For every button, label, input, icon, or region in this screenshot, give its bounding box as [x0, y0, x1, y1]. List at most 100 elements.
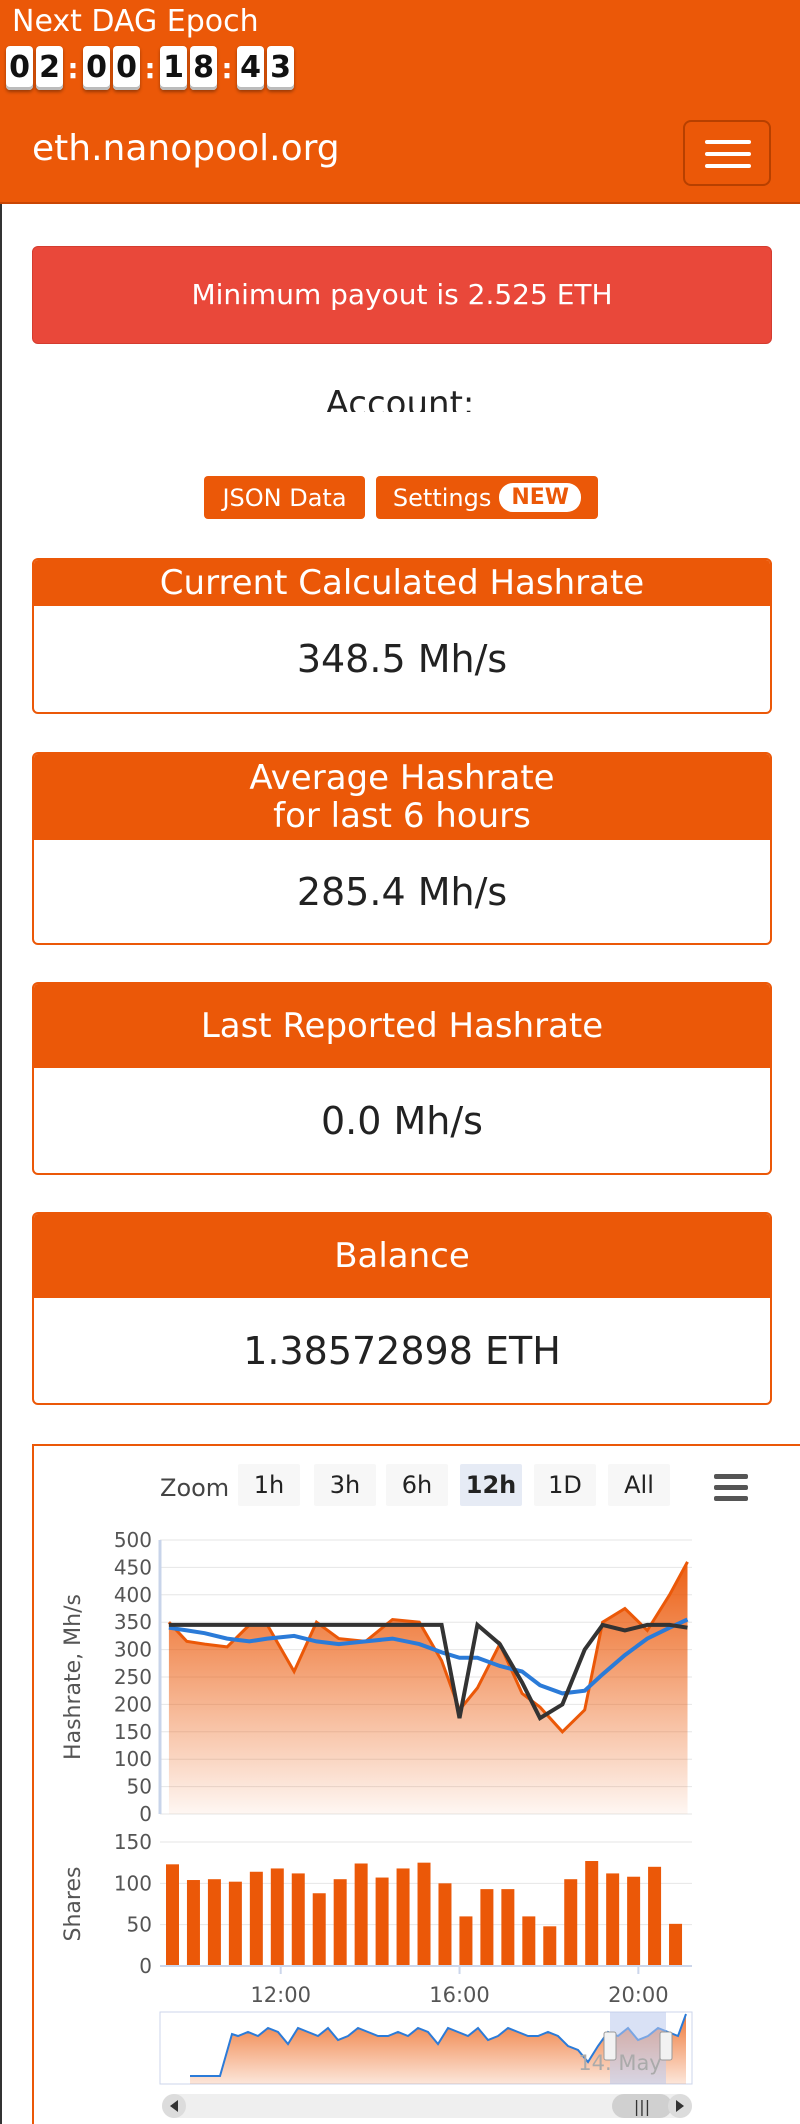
account-heading-wrap: Account: — [0, 382, 800, 412]
shares-bar — [249, 1871, 263, 1966]
shares-bar — [459, 1916, 473, 1966]
new-badge: NEW — [499, 483, 582, 512]
shares-bar — [522, 1916, 536, 1966]
y-tick-label: 150 — [114, 1720, 152, 1744]
y-tick-label: 150 — [114, 1830, 152, 1854]
hashrate-shares-chart[interactable]: 050100150200250300350400450500Hashrate, … — [0, 1520, 800, 2124]
countdown-separator: : — [67, 51, 79, 85]
y-tick-label: 350 — [114, 1610, 152, 1634]
zoom-label: Zoom — [160, 1474, 230, 1502]
json-data-label: JSON Data — [222, 483, 347, 512]
settings-label: Settings — [392, 483, 492, 512]
y-tick-label: 50 — [127, 1775, 152, 1799]
x-tick-label: 20:00 — [608, 1983, 669, 2007]
average-hashrate-card: Average Hashrate for last 6 hours 285.4 … — [32, 752, 772, 945]
shares-bar — [375, 1877, 389, 1966]
countdown-digit: 0 — [6, 46, 33, 90]
countdown-separator: : — [144, 51, 156, 85]
shares-bar — [480, 1889, 494, 1966]
shares-bar — [669, 1923, 683, 1966]
hamburger-menu-button[interactable] — [683, 120, 771, 186]
shares-bar — [207, 1879, 221, 1966]
x-tick-label: 12:00 — [250, 1983, 311, 2007]
menu-icon-line — [714, 1485, 748, 1490]
epoch-title: Next DAG Epoch — [12, 4, 259, 39]
card-title: Current Calculated Hashrate — [34, 560, 770, 606]
card-title-line: Average Hashrate — [249, 758, 555, 798]
shares-bar — [543, 1926, 557, 1966]
hashrate-area-fill — [168, 1561, 688, 1814]
zoom-6h-button[interactable]: 6h — [386, 1464, 448, 1506]
settings-button[interactable]: Settings NEW — [376, 476, 598, 519]
json-data-button[interactable]: JSON Data — [204, 476, 365, 519]
y-tick-label: 50 — [127, 1913, 152, 1937]
navigator-handle-right — [659, 2031, 673, 2061]
shares-bar — [228, 1881, 242, 1966]
y-tick-label: 100 — [114, 1871, 152, 1895]
countdown-digit: 8 — [190, 46, 217, 90]
shares-bar — [354, 1863, 368, 1966]
y-tick-label: 250 — [114, 1665, 152, 1689]
card-value: 1.38572898 ETH — [243, 1328, 561, 1373]
shares-bar — [270, 1868, 284, 1966]
hamburger-icon-line — [705, 152, 751, 156]
shares-bar — [606, 1873, 620, 1966]
chart-context-menu-button[interactable] — [714, 1474, 748, 1504]
scrollbar-grip-icon: ||| — [634, 2097, 650, 2116]
shares-bar — [291, 1873, 305, 1966]
shares-bar — [333, 1879, 347, 1966]
countdown-digit: 4 — [237, 46, 264, 90]
zoom-1h-button[interactable]: 1h — [238, 1464, 300, 1506]
countdown-separator: : — [221, 51, 233, 85]
card-title: Average Hashrate for last 6 hours — [34, 754, 770, 840]
top-navbar: Next DAG Epoch 02:00:18:43 eth.nanopool.… — [0, 0, 800, 204]
card-title-line: for last 6 hours — [273, 796, 531, 836]
y-tick-label: 100 — [114, 1747, 152, 1771]
countdown-digit: 0 — [113, 46, 140, 90]
shares-bar — [186, 1880, 200, 1966]
y-tick-label: 400 — [114, 1583, 152, 1607]
y-tick-label: 500 — [114, 1528, 152, 1552]
y-tick-label: 0 — [139, 1954, 152, 1978]
account-heading: Account: — [325, 384, 475, 412]
balance-card: Balance 1.38572898 ETH — [32, 1212, 772, 1405]
shares-bar — [166, 1864, 179, 1966]
min-payout-alert: Minimum payout is 2.525 ETH — [32, 246, 772, 344]
zoom-1d-button[interactable]: 1D — [534, 1464, 596, 1506]
y-tick-label: 0 — [139, 1802, 152, 1826]
menu-icon — [714, 1474, 748, 1479]
hamburger-icon-line — [705, 164, 751, 168]
y-tick-label: 300 — [114, 1638, 152, 1662]
shares-bar — [627, 1876, 641, 1966]
current-hashrate-card: Current Calculated Hashrate 348.5 Mh/s — [32, 558, 772, 714]
countdown-digit: 0 — [83, 46, 110, 90]
shares-bar — [312, 1893, 326, 1966]
shares-bar — [438, 1883, 452, 1966]
card-value: 285.4 Mh/s — [296, 869, 508, 914]
y-axis-title: Hashrate, Mh/s — [61, 1594, 86, 1760]
y-tick-label: 200 — [114, 1692, 152, 1716]
shares-bar — [396, 1868, 410, 1966]
x-tick-label: 16:00 — [429, 1983, 490, 2007]
epoch-countdown: 02:00:18:43 — [6, 46, 297, 90]
zoom-3h-button[interactable]: 3h — [314, 1464, 376, 1506]
zoom-12h-button[interactable]: 12h — [460, 1464, 522, 1506]
countdown-digit: 2 — [36, 46, 63, 90]
card-title: Balance — [34, 1214, 770, 1298]
shares-bar — [501, 1889, 515, 1966]
zoom-all-button[interactable]: All — [608, 1464, 670, 1506]
y-tick-label: 450 — [114, 1555, 152, 1579]
shares-bar — [585, 1861, 599, 1966]
countdown-digit: 1 — [160, 46, 187, 90]
navigator-date-label: 14. May — [578, 2051, 662, 2075]
shares-bar — [417, 1862, 431, 1966]
card-value: 0.0 Mh/s — [321, 1098, 483, 1143]
hamburger-icon — [705, 140, 751, 144]
y-axis-title: Shares — [61, 1867, 86, 1942]
card-value: 348.5 Mh/s — [296, 637, 508, 681]
shares-bar — [564, 1879, 578, 1966]
shares-bar — [648, 1866, 662, 1966]
reported-hashrate-card: Last Reported Hashrate 0.0 Mh/s — [32, 982, 772, 1175]
menu-icon-line — [714, 1496, 748, 1501]
site-brand-link[interactable]: eth.nanopool.org — [32, 128, 340, 169]
